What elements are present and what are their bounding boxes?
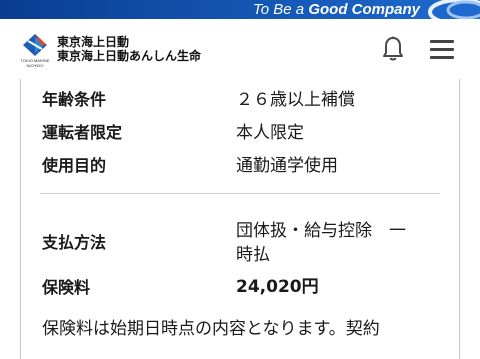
brand-slogan: To Be a Good Company (253, 1, 420, 18)
driver-limit-label: 運転者限定 (42, 123, 123, 142)
usage-purpose-label: 使用目的 (42, 156, 107, 175)
site-header: TOKIO MARINE NICHIDO 東京海上日動 東京海上日動あんしん生命 (0, 19, 480, 79)
age-condition-label: 年齢条件 (42, 90, 107, 109)
payment-method-label: 支払方法 (42, 233, 107, 252)
section-divider (40, 193, 440, 194)
payment-method-value-line2: 時払 (236, 245, 270, 265)
premium-label: 保険料 (42, 278, 91, 297)
payment-method-value-line1: 団体扱・給与控除 一 (236, 221, 406, 241)
bell-icon[interactable] (381, 36, 405, 62)
driver-limit-value: 本人限定 (236, 123, 304, 143)
company-logo-icon[interactable] (20, 33, 50, 57)
premium-note: 保険料は始期日時点の内容となります。契約 (42, 319, 380, 339)
company-name-secondary: 東京海上日動あんしん生命 (57, 49, 202, 63)
brand-banner: To Be a Good Company (0, 0, 480, 19)
company-names[interactable]: 東京海上日動 東京海上日動あんしん生命 (57, 35, 201, 63)
usage-purpose-value: 通勤通学使用 (236, 156, 338, 176)
company-name-primary: 東京海上日動 (57, 35, 130, 49)
hamburger-menu-icon[interactable] (430, 39, 454, 59)
premium-value: 24,020円 (236, 277, 319, 297)
swoosh-decoration-icon (428, 0, 480, 19)
logo-caption: TOKIO MARINE NICHIDO (20, 58, 50, 68)
age-condition-value: ２６歳以上補償 (236, 90, 355, 110)
